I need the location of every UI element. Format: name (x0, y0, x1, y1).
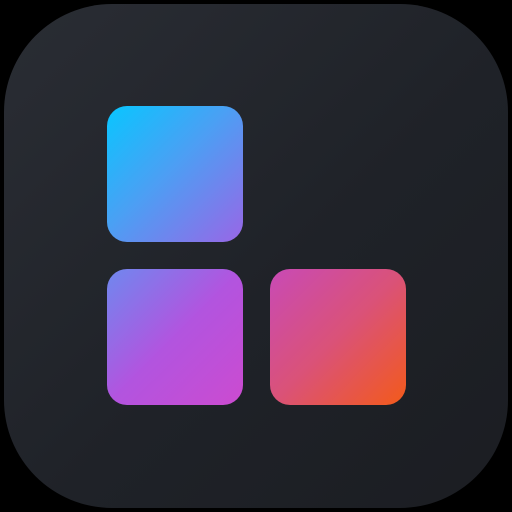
tile-bottom-right (270, 269, 406, 405)
tile-bottom-left (107, 269, 243, 405)
tile-top-left (107, 106, 243, 242)
app-icon[interactable] (4, 4, 508, 508)
